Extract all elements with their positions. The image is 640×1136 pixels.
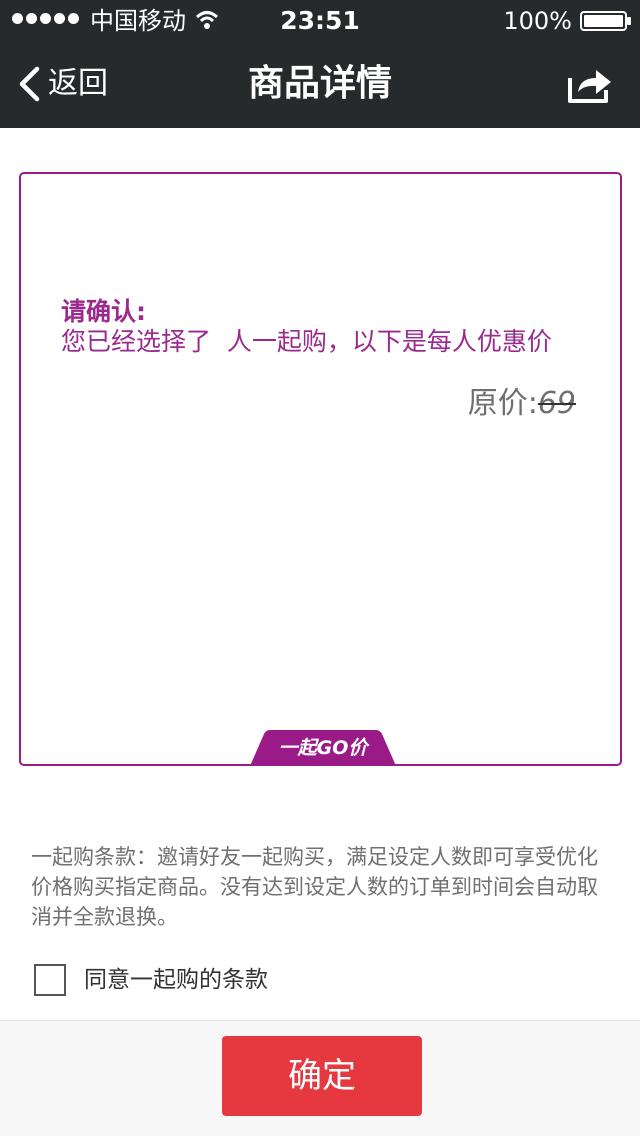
brand-tab: 一起GO价: [250, 730, 396, 766]
battery-icon: [580, 11, 631, 31]
page-title: 商品详情: [247, 63, 392, 104]
confirm-title: 请确认:: [61, 297, 146, 326]
back-button[interactable]: 返回: [18, 62, 108, 106]
confirm-card: 请确认: 您已经选择了 人一起购，以下是每人优惠价 原价:69 一起GO价: [19, 172, 622, 766]
battery-percentage: 100%: [503, 7, 572, 35]
share-icon[interactable]: [566, 64, 614, 104]
header: 中国移动 23:51 100% 返回 商品详情: [0, 0, 640, 128]
footer-bar: 确定: [0, 1020, 640, 1136]
product-confirm-page: 中国移动 23:51 100% 返回 商品详情 请确认: 您已经选择了 人一起购…: [0, 0, 640, 1136]
original-price-label: 原价:: [467, 386, 538, 421]
agree-terms-row[interactable]: 同意一起购的条款: [34, 962, 268, 998]
confirm-button[interactable]: 确定: [222, 1036, 422, 1116]
terms-text: 一起购条款：邀请好友一起购买，满足设定人数即可享受优化价格购买指定商品。没有达到…: [31, 845, 598, 929]
agree-terms-label: 同意一起购的条款: [84, 967, 268, 993]
back-label: 返回: [48, 66, 108, 101]
price-row: 原价:69: [468, 384, 576, 424]
navigation-bar: 返回 商品详情: [0, 40, 640, 128]
confirm-message: 您已经选择了 人一起购，以下是每人优惠价: [61, 327, 552, 356]
status-bar: 中国移动 23:51 100%: [0, 0, 640, 40]
brand-tab-label: 一起GO价: [278, 737, 368, 759]
agree-terms-checkbox[interactable]: [34, 964, 66, 996]
chevron-left-icon: [19, 66, 40, 102]
original-price-value: 69: [537, 386, 576, 421]
